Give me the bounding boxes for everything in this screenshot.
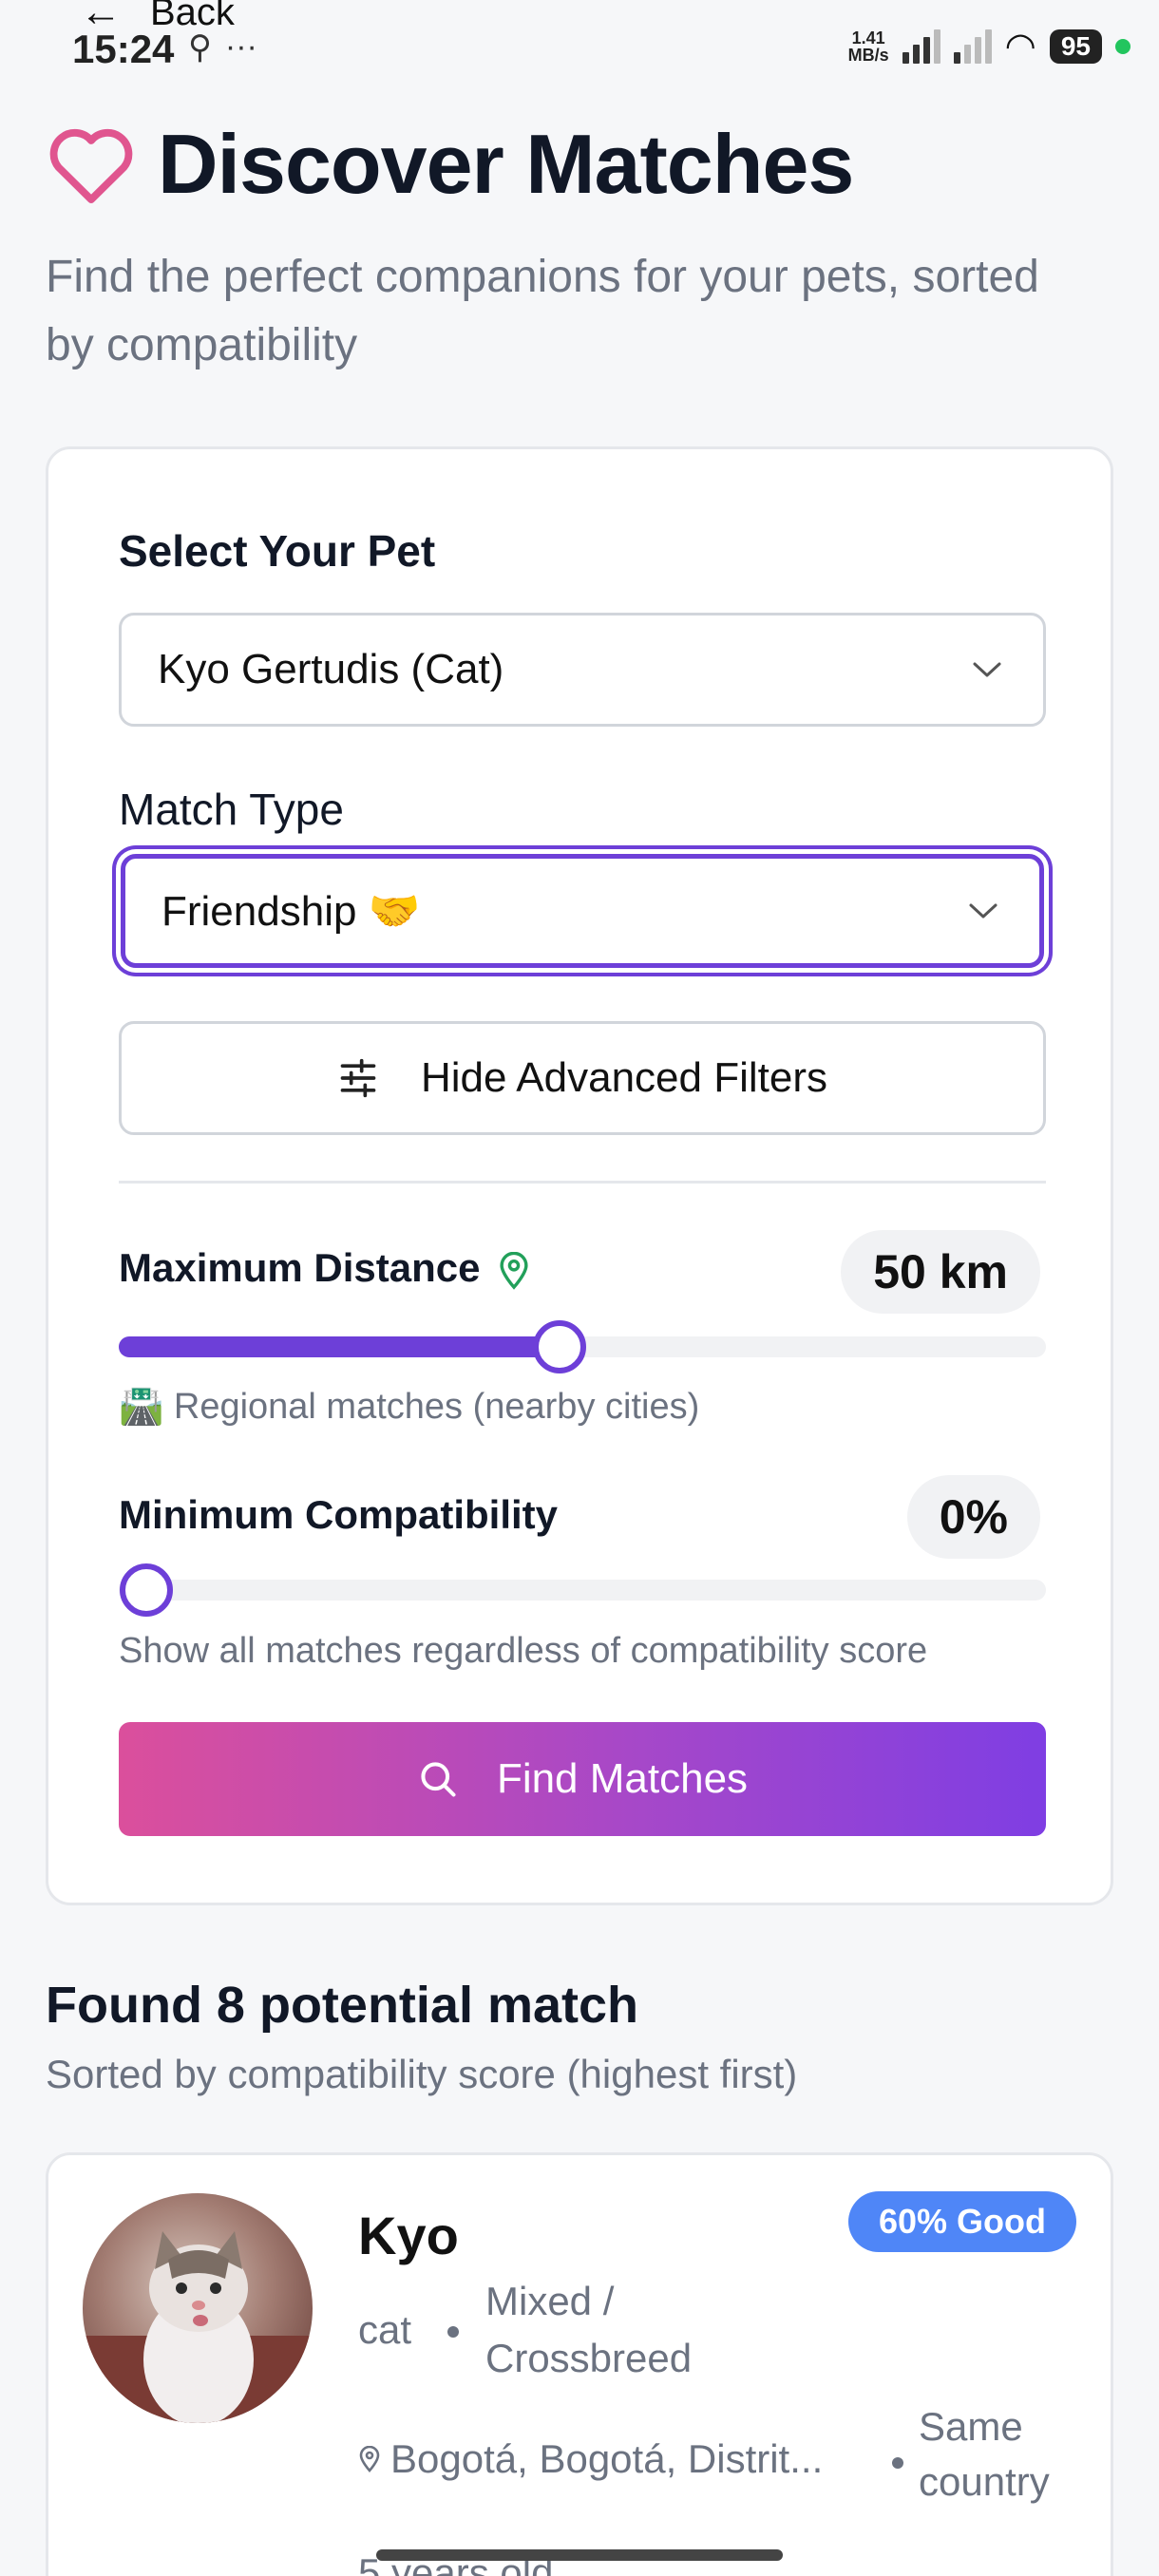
compatibility-badge: 60% Good [847, 2191, 1076, 2252]
pet-location-row: Bogotá, Bogotá, Distrit... [358, 2431, 823, 2488]
separator-dot [447, 2326, 459, 2338]
match-card[interactable]: Kyo 60% Good cat Mixed / Crossbreed Bogo… [46, 2152, 1113, 2576]
distance-slider-thumb[interactable] [532, 1320, 586, 1373]
person-icon: ⚲ [188, 29, 212, 66]
find-matches-label: Find Matches [496, 1755, 749, 1802]
separator-dot [892, 2457, 903, 2469]
speed-value: 1.41 [851, 28, 885, 47]
pet-select[interactable]: Kyo Gertudis (Cat) [119, 613, 1046, 727]
wifi-icon: ◠ [1004, 27, 1036, 66]
pet-species: cat [358, 2307, 412, 2352]
compatibility-hint: Show all matches regardless of compatibi… [119, 1631, 928, 1671]
distance-slider[interactable] [119, 1320, 1046, 1373]
search-icon [417, 1758, 459, 1800]
pet-avatar [83, 2193, 313, 2423]
pet-breed-line2: Crossbreed [485, 2336, 693, 2380]
country-line2: country [919, 2459, 1050, 2504]
distance-hint: 🛣️ Regional matches (nearby cities) [119, 1387, 700, 1427]
location-pin-icon [497, 1245, 531, 1291]
battery-icon: 95 [1049, 28, 1102, 64]
match-type-select[interactable]: Friendship 🤝 [121, 854, 1044, 968]
divider [119, 1181, 1046, 1184]
max-distance-label-row: Maximum Distance [119, 1245, 531, 1291]
country-line1: Same [919, 2404, 1023, 2449]
compatibility-slider-thumb[interactable] [120, 1563, 174, 1617]
match-type-label: Match Type [119, 785, 344, 834]
notification-icons: ⚲ ··· [188, 28, 257, 66]
compatibility-slider[interactable] [119, 1563, 1046, 1617]
page-subtitle: Find the perfect companions for your pet… [46, 252, 1039, 370]
find-matches-button[interactable]: Find Matches [119, 1722, 1046, 1836]
privacy-dot-icon [1115, 38, 1130, 54]
toggle-advanced-filters-label: Hide Advanced Filters [421, 1054, 827, 1101]
page-header: Discover Matches [46, 116, 854, 213]
match-type-value: Friendship 🤝 [162, 888, 421, 935]
chevron-down-icon [967, 900, 999, 921]
results-subtitle: Sorted by compatibility score (highest f… [46, 2052, 798, 2096]
min-compatibility-label: Minimum Compatibility [119, 1492, 558, 1537]
select-pet-label: Select Your Pet [119, 526, 436, 576]
status-bar: ← Back 15:24 ⚲ ··· 1.41 MB/s ◠ 95 [0, 0, 1159, 85]
more-dots-icon: ··· [224, 28, 257, 65]
pet-select-value: Kyo Gertudis (Cat) [158, 646, 504, 692]
clock: 15:24 [72, 27, 175, 71]
location-pin-icon [358, 2431, 381, 2488]
sliders-icon [337, 1057, 379, 1099]
distance-slider-fill [119, 1336, 560, 1357]
pet-breed-line1: Mixed / [485, 2279, 615, 2323]
pet-name: Kyo [358, 2206, 459, 2265]
system-status: 1.41 MB/s ◠ 95 [848, 25, 1130, 67]
heart-icon [46, 123, 137, 205]
signal-strength-icon [902, 28, 940, 64]
pet-location: Bogotá, Bogotá, Distrit... [390, 2436, 824, 2481]
compatibility-value-pill: 0% [906, 1475, 1040, 1559]
toggle-advanced-filters-button[interactable]: Hide Advanced Filters [119, 1021, 1046, 1135]
speed-unit: MB/s [847, 45, 889, 65]
max-distance-label: Maximum Distance [119, 1245, 481, 1290]
network-speed: 1.41 MB/s [848, 29, 889, 64]
filter-card: Select Your Pet Kyo Gertudis (Cat) Match… [46, 446, 1113, 1905]
results-title: Found 8 potential match [46, 1977, 639, 2034]
chevron-down-icon [971, 659, 1003, 680]
distance-value-pill: 50 km [841, 1230, 1040, 1314]
signal-strength-2-icon [953, 28, 992, 64]
home-indicator [376, 2549, 783, 2561]
page-title: Discover Matches [158, 117, 854, 211]
